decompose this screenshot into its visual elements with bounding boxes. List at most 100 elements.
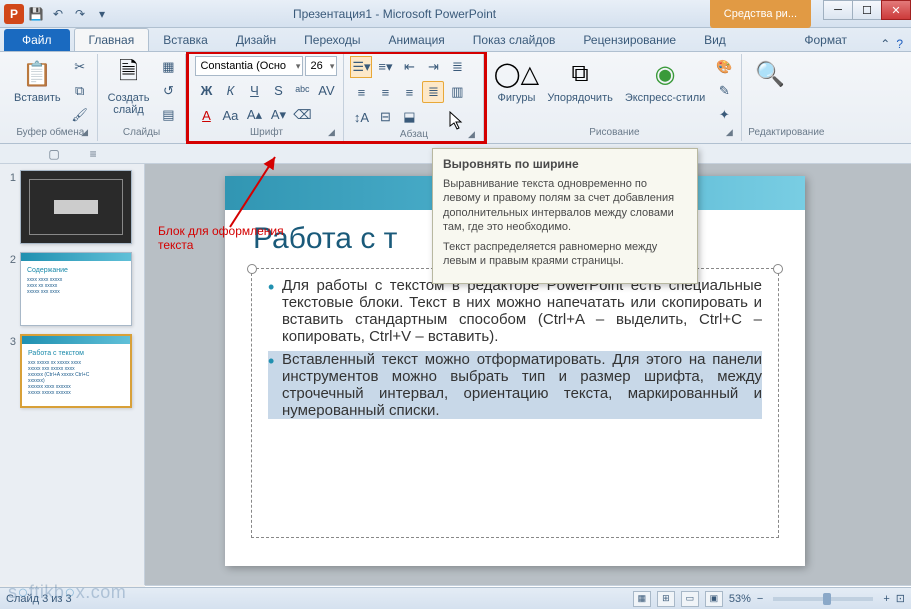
- shrink-font-icon[interactable]: A▾: [267, 104, 289, 126]
- grow-font-icon[interactable]: A▴: [243, 104, 265, 126]
- align-center-icon[interactable]: ≡: [374, 81, 396, 103]
- group-label-slides: Слайды: [104, 126, 180, 139]
- new-slide-label: Создать слайд: [108, 92, 150, 116]
- shape-outline-icon[interactable]: ✎: [713, 80, 735, 102]
- font-color-icon[interactable]: A: [195, 104, 217, 126]
- zoom-level[interactable]: 53%: [729, 593, 751, 605]
- align-right-icon[interactable]: ≡: [398, 81, 420, 103]
- annotation-label: Блок для оформлениятекста: [158, 224, 284, 253]
- ribbon-help-area: ⌃ ?: [880, 37, 903, 51]
- format-painter-icon[interactable]: 🖌: [69, 104, 91, 126]
- highlighted-formatting-block: Constantia (Осно 26 Ж К Ч S ᵃᵇᶜ AV A Aa …: [186, 51, 487, 144]
- find-button[interactable]: 🔍: [748, 56, 792, 92]
- justify-button[interactable]: ≣: [422, 81, 444, 103]
- italic-button[interactable]: К: [219, 79, 241, 101]
- minimize-button[interactable]: ─: [823, 0, 853, 20]
- undo-icon[interactable]: ↶: [48, 4, 68, 24]
- justify-tooltip: Выровнять по ширине Выравнивание текста …: [432, 148, 698, 284]
- font-launcher-icon[interactable]: ◢: [325, 127, 337, 139]
- strikethrough-button[interactable]: S: [267, 79, 289, 101]
- tab-transitions[interactable]: Переходы: [290, 29, 374, 51]
- tab-design[interactable]: Дизайн: [222, 29, 290, 51]
- tab-slideshow[interactable]: Показ слайдов: [459, 29, 570, 51]
- sorter-view-icon[interactable]: ⊞: [657, 591, 675, 607]
- thumbnail-pane[interactable]: 1 2 Содержаниеxxxx xxxx xxxxxxxxx xx xxx…: [0, 164, 145, 585]
- app-icon[interactable]: P: [4, 4, 24, 24]
- fit-to-window-icon[interactable]: ⊡: [896, 592, 905, 605]
- new-slide-icon: 🗎: [113, 58, 145, 90]
- slides-pane-tab-icon[interactable]: ▢: [48, 147, 59, 161]
- normal-view-icon[interactable]: ▦: [633, 591, 651, 607]
- qat-dropdown-icon[interactable]: ▾: [92, 4, 112, 24]
- zoom-slider[interactable]: [773, 597, 873, 601]
- copy-icon[interactable]: ⧉: [69, 80, 91, 102]
- align-left-icon[interactable]: ≡: [350, 81, 372, 103]
- smartart-icon[interactable]: ⬓: [398, 106, 420, 128]
- shape-effects-icon[interactable]: ✦: [713, 104, 735, 126]
- text-content[interactable]: Для работы с текстом в редакторе PowerPo…: [252, 269, 778, 433]
- thumbnail-1[interactable]: 1: [4, 170, 140, 244]
- reset-icon[interactable]: ↺: [157, 80, 179, 102]
- paste-button[interactable]: 📋 Вставить: [10, 56, 65, 106]
- tab-file[interactable]: Файл: [4, 29, 70, 51]
- text-shadow-icon[interactable]: ᵃᵇᶜ: [291, 79, 313, 101]
- bullets-icon[interactable]: ☰▾: [350, 56, 372, 78]
- numbering-icon[interactable]: ≡▾: [374, 56, 396, 78]
- bullet-2[interactable]: Вставленный текст можно отформатировать.…: [268, 351, 762, 419]
- tab-view[interactable]: Вид: [690, 29, 740, 51]
- help-icon[interactable]: ?: [896, 37, 903, 51]
- tab-home[interactable]: Главная: [74, 28, 150, 51]
- reading-view-icon[interactable]: ▭: [681, 591, 699, 607]
- slideshow-view-icon[interactable]: ▣: [705, 591, 723, 607]
- thumbnail-3[interactable]: 3 Работа с текстомxxx xxxxx xx xxxxx xxx…: [4, 334, 140, 408]
- shape-fill-icon[interactable]: 🎨: [713, 56, 735, 78]
- redo-icon[interactable]: ↷: [70, 4, 90, 24]
- tab-insert[interactable]: Вставка: [149, 29, 222, 51]
- bullet-1[interactable]: Для работы с текстом в редакторе PowerPo…: [268, 277, 762, 345]
- window-title: Презентация1 - Microsoft PowerPoint: [293, 7, 496, 21]
- zoom-in-icon[interactable]: +: [883, 593, 889, 605]
- increase-indent-icon[interactable]: ⇥: [422, 56, 444, 78]
- clear-formatting-icon[interactable]: ⌫: [291, 104, 313, 126]
- cut-icon[interactable]: ✂: [69, 56, 91, 78]
- decrease-indent-icon[interactable]: ⇤: [398, 56, 420, 78]
- text-direction-icon[interactable]: ↕A: [350, 106, 372, 128]
- content-textbox[interactable]: Для работы с текстом в редакторе PowerPo…: [251, 268, 779, 538]
- align-text-icon[interactable]: ⊟: [374, 106, 396, 128]
- layout-icon[interactable]: ▦: [157, 56, 179, 78]
- maximize-button[interactable]: ☐: [852, 0, 882, 20]
- font-size-combo[interactable]: 26: [305, 56, 337, 76]
- group-label-font: Шрифт◢: [195, 126, 337, 139]
- line-spacing-icon[interactable]: ≣: [446, 56, 468, 78]
- ribbon-tabs: Файл Главная Вставка Дизайн Переходы Ани…: [0, 28, 911, 52]
- clipboard-launcher-icon[interactable]: ◢: [79, 127, 91, 139]
- columns-icon[interactable]: ▥: [446, 81, 468, 103]
- underline-button[interactable]: Ч: [243, 79, 265, 101]
- section-icon[interactable]: ▤: [157, 104, 179, 126]
- tooltip-title: Выровнять по ширине: [443, 157, 687, 171]
- font-name-combo[interactable]: Constantia (Осно: [195, 56, 303, 76]
- group-clipboard: 📋 Вставить ✂ ⧉ 🖌 Буфер обмена◢: [4, 54, 98, 141]
- outline-pane-tab-icon[interactable]: ≡: [90, 147, 97, 161]
- drawing-launcher-icon[interactable]: ◢: [723, 127, 735, 139]
- thumb-number: 2: [4, 252, 16, 326]
- paragraph-launcher-icon[interactable]: ◢: [465, 129, 477, 141]
- quick-styles-button[interactable]: ◉ Экспресс-стили: [621, 56, 709, 106]
- tab-animations[interactable]: Анимация: [374, 29, 458, 51]
- shapes-button[interactable]: ◯△ Фигуры: [493, 56, 539, 106]
- bold-button[interactable]: Ж: [195, 79, 217, 101]
- tab-review[interactable]: Рецензирование: [569, 29, 690, 51]
- thumb-number: 3: [4, 334, 16, 408]
- arrange-button[interactable]: ⧉ Упорядочить: [543, 56, 616, 106]
- new-slide-button[interactable]: 🗎 Создать слайд: [104, 56, 154, 118]
- tab-format[interactable]: Формат: [790, 29, 861, 51]
- contextual-tab-drawing-tools[interactable]: Средства ри...: [710, 0, 811, 28]
- paste-icon: 📋: [21, 58, 53, 90]
- change-case-icon[interactable]: Aa: [219, 104, 241, 126]
- close-button[interactable]: ✕: [881, 0, 911, 20]
- zoom-out-icon[interactable]: −: [757, 593, 763, 605]
- minimize-ribbon-icon[interactable]: ⌃: [880, 37, 890, 51]
- thumbnail-2[interactable]: 2 Содержаниеxxxx xxxx xxxxxxxxx xx xxxxx…: [4, 252, 140, 326]
- character-spacing-icon[interactable]: AV: [315, 79, 337, 101]
- save-icon[interactable]: 💾: [26, 4, 46, 24]
